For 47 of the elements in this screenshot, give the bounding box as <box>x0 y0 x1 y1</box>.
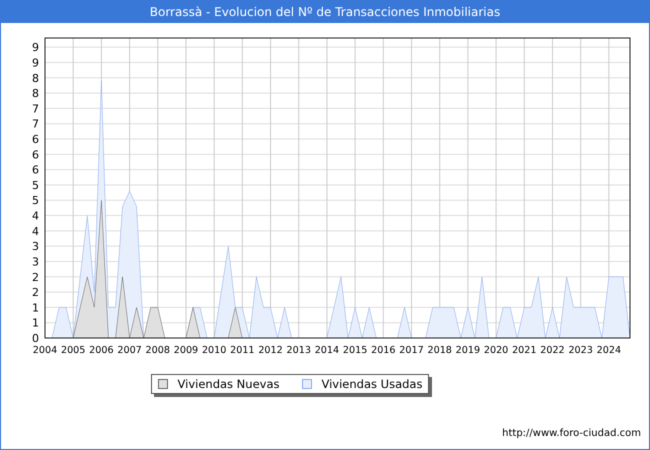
y-tick-label: 0 <box>32 332 39 345</box>
legend-label: Viviendas Usadas <box>322 377 422 391</box>
legend-label: Viviendas Nuevas <box>178 377 280 391</box>
chart-title: Borrassà - Evolucion del Nº de Transacciones Inmobiliarias <box>1 1 649 23</box>
x-tick-label: 2015 <box>342 345 368 356</box>
x-tick-label: 2008 <box>146 345 170 356</box>
x-tick-label: 2011 <box>230 345 255 356</box>
y-tick-label: 7 <box>32 102 39 116</box>
y-tick-label: 3 <box>32 255 39 268</box>
source-url: http://www.foro-ciudad.com <box>502 428 642 441</box>
x-tick-label: 2006 <box>89 345 114 356</box>
y-tick-label: 3 <box>32 240 39 254</box>
x-tick-label: 2016 <box>371 345 396 356</box>
x-tick-label: 2020 <box>484 345 508 356</box>
x-tick-label: 2013 <box>286 345 311 356</box>
y-tick-label: 9 <box>32 41 39 54</box>
y-tick-label: 1 <box>32 301 39 314</box>
y-tick-label: 1 <box>32 316 39 330</box>
x-tick-label: 2024 <box>596 345 622 356</box>
x-tick-label: 2023 <box>568 345 593 356</box>
y-tick-label: 4 <box>32 224 39 238</box>
y-tick-label: 8 <box>32 72 39 85</box>
x-tick-label: 2017 <box>399 345 424 356</box>
y-tick-label: 7 <box>32 118 39 131</box>
x-tick-label: 2004 <box>32 345 58 356</box>
y-tick-label: 4 <box>32 210 39 223</box>
x-tick-label: 2014 <box>314 345 340 356</box>
legend-swatch <box>302 379 312 389</box>
x-tick-label: 2009 <box>174 345 198 356</box>
x-tick-label: 2012 <box>258 345 283 356</box>
y-tick-label: 2 <box>32 286 39 300</box>
x-tick-label: 2021 <box>512 345 536 356</box>
x-tick-label: 2018 <box>428 345 452 356</box>
x-tick-label: 2005 <box>60 345 86 356</box>
y-tick-label: 6 <box>32 164 39 177</box>
y-tick-label: 9 <box>32 56 39 70</box>
y-tick-label: 8 <box>32 87 39 100</box>
x-tick-label: 2019 <box>456 345 480 356</box>
y-tick-label: 6 <box>32 148 39 162</box>
y-tick-label: 6 <box>32 133 39 146</box>
y-tick-label: 5 <box>32 178 39 192</box>
x-tick-label: 2010 <box>202 345 226 356</box>
legend-swatch <box>158 379 168 389</box>
y-tick-label: 2 <box>32 270 39 284</box>
x-tick-label: 2022 <box>540 345 565 356</box>
x-tick-label: 2007 <box>117 345 142 356</box>
y-tick-label: 5 <box>32 194 39 208</box>
